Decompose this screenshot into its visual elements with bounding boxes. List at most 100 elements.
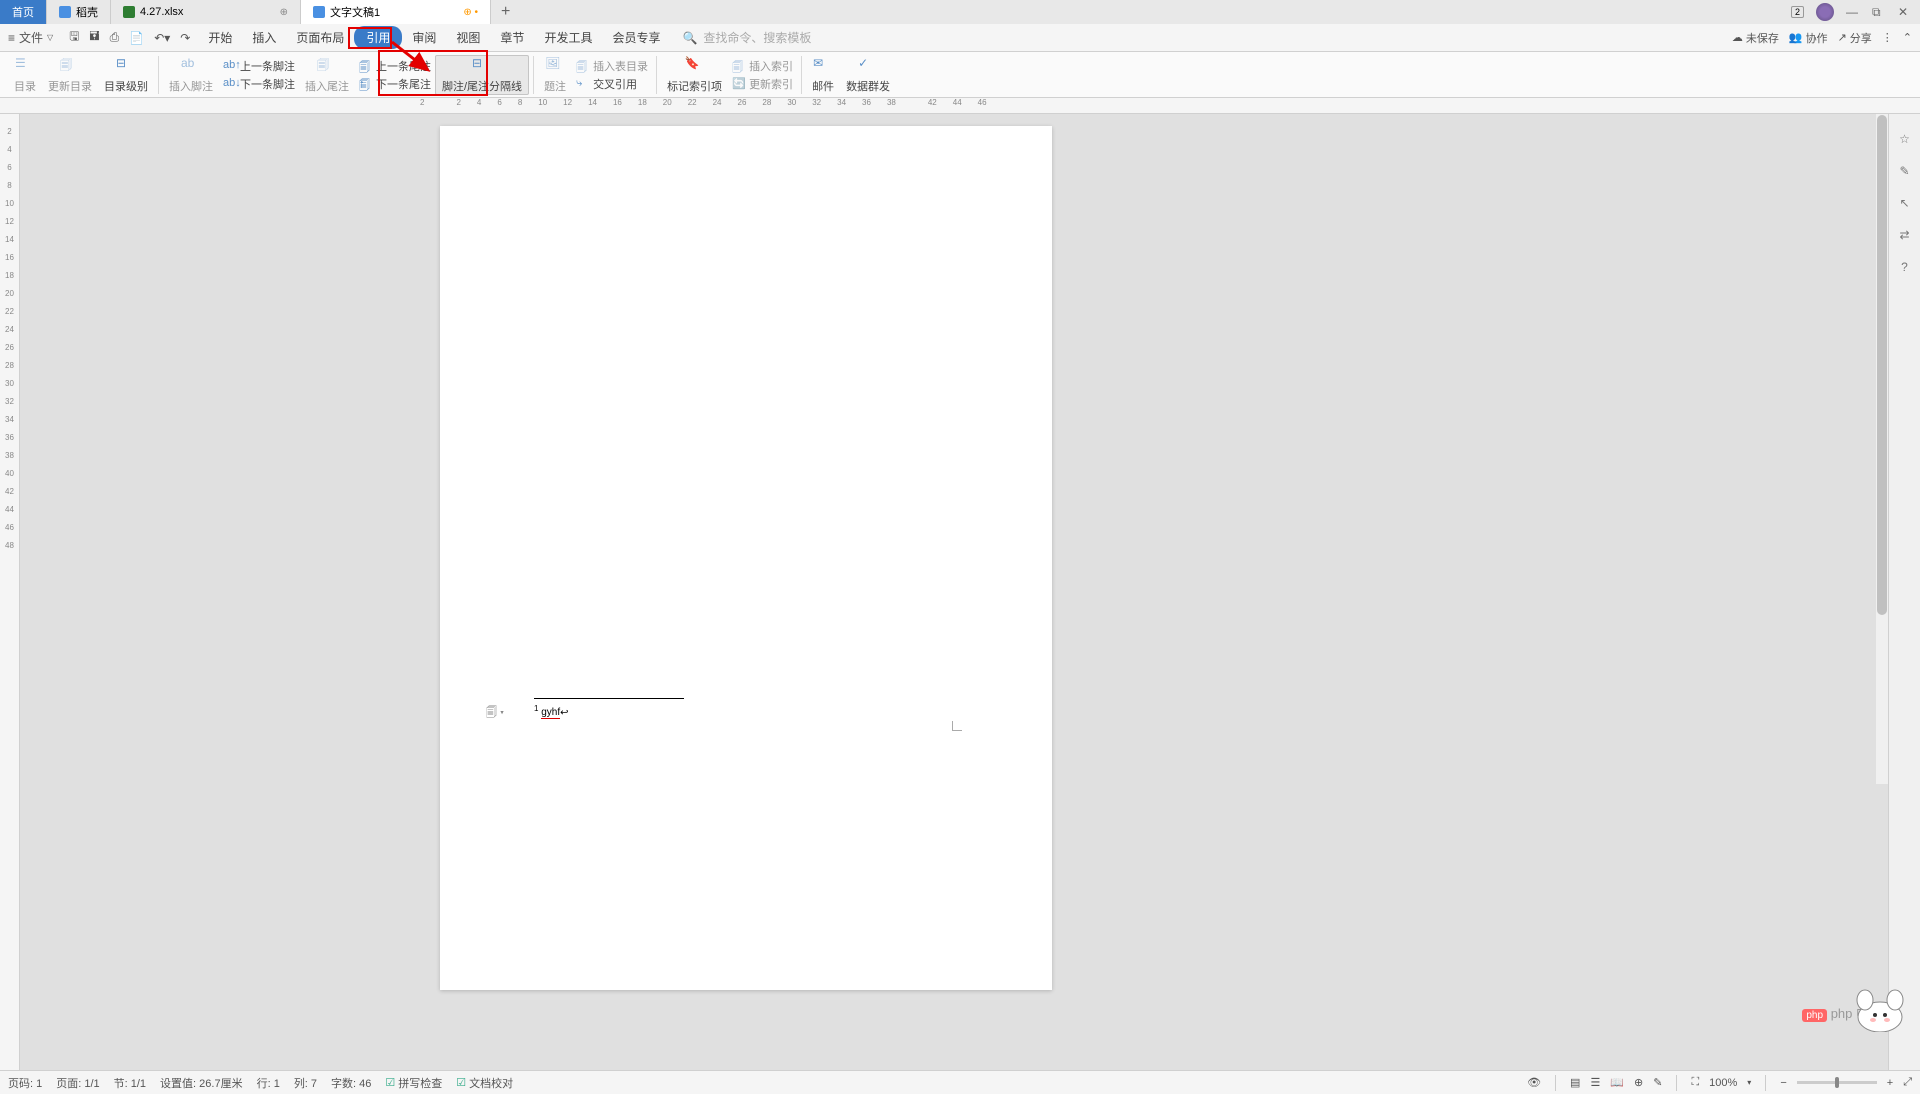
canvas-area[interactable]: 1 gyhf↩ 🗐 ▾: [20, 114, 1888, 1070]
ruler-horizontal[interactable]: 2246810121416182022242628303234363842444…: [0, 98, 1920, 114]
prev-endnote-button[interactable]: 🗐↑上一条尾注: [359, 58, 431, 74]
document-page[interactable]: 1 gyhf↩ 🗐 ▾: [440, 126, 1052, 990]
prev-footnote-button[interactable]: ab↑上一条脚注: [223, 58, 295, 74]
avatar[interactable]: [1816, 3, 1834, 21]
update-toc-button[interactable]: 🗐更新目录: [42, 56, 98, 94]
ruler-vertical[interactable]: 2468101214161820222426283032343638404244…: [0, 114, 20, 1070]
right-sidebar: ☆ ✎ ↖ ⇄ ?: [1888, 114, 1920, 1070]
save-as-icon[interactable]: 🖬: [89, 27, 99, 48]
update-index-icon: 🔄: [732, 77, 746, 91]
scrollbar-vertical[interactable]: [1876, 114, 1888, 784]
insert-caption-button[interactable]: 🗐插入表目录: [576, 58, 648, 74]
minimize-icon[interactable]: —: [1846, 5, 1860, 19]
sb-view-page-icon[interactable]: ▤: [1570, 1076, 1580, 1089]
caption-button[interactable]: 🖼题注: [538, 56, 572, 94]
prev-footnote-icon: ab↑: [223, 59, 237, 73]
sb-position[interactable]: 设置值: 26.7厘米: [160, 1075, 243, 1091]
ruler-h-marks: 2246810121416182022242628303234363842444…: [420, 98, 987, 107]
menu-tab-insert[interactable]: 插入: [242, 26, 286, 49]
sb-row[interactable]: 行: 1: [257, 1075, 280, 1091]
menu-tab-review[interactable]: 审阅: [402, 26, 446, 49]
tab-docer[interactable]: 稻壳: [47, 0, 111, 24]
docer-icon: [59, 6, 71, 18]
toc-level-button[interactable]: ⊟目录级别: [98, 56, 154, 94]
print-preview-icon[interactable]: 📄: [129, 31, 144, 45]
collapse-ribbon-icon[interactable]: ⌃: [1903, 31, 1912, 44]
sb-page-code[interactable]: 页码: 1: [8, 1075, 42, 1091]
sb-eye-icon[interactable]: 👁: [1527, 1076, 1541, 1089]
sidebar-select-icon[interactable]: ↖: [1899, 196, 1909, 210]
close-icon[interactable]: ✕: [1898, 5, 1912, 19]
tab-xlsx[interactable]: 4.27.xlsx⊕: [111, 0, 301, 24]
sidebar-tool-1-icon[interactable]: ☆: [1899, 132, 1910, 146]
search-box[interactable]: 🔍 查找命令、搜索模板: [682, 29, 811, 46]
footnote-separator-button[interactable]: ⊟脚注/尾注分隔线: [435, 55, 529, 95]
tab-close-icon[interactable]: ⊕: [280, 7, 288, 18]
sb-proof[interactable]: ☑文档校对: [456, 1075, 513, 1091]
sb-view-outline-icon[interactable]: ☰: [1590, 1076, 1600, 1089]
sb-zoom-value[interactable]: 100%: [1709, 1077, 1737, 1089]
update-index-button[interactable]: 🔄更新索引: [732, 76, 793, 92]
maximize-icon[interactable]: ⧉: [1872, 5, 1886, 19]
sb-spell[interactable]: ☑拼写检查: [385, 1075, 442, 1091]
tab-home[interactable]: 首页: [0, 0, 47, 24]
file-menu[interactable]: ≡文件▽: [0, 29, 61, 46]
sb-view-web-icon[interactable]: ⊕: [1634, 1076, 1643, 1089]
menu-tab-layout[interactable]: 页面布局: [286, 26, 354, 49]
insert-caption-icon: 🗐: [576, 59, 590, 73]
share-button[interactable]: ↗ 分享: [1838, 30, 1872, 46]
insert-index-button[interactable]: 🗐插入索引: [732, 58, 793, 74]
sb-zoom-out-icon[interactable]: −: [1780, 1077, 1786, 1089]
menu-tab-start[interactable]: 开始: [198, 26, 242, 49]
sidebar-help-icon[interactable]: ?: [1901, 260, 1908, 274]
next-endnote-button[interactable]: 🗐↓下一条尾注: [359, 76, 431, 92]
sb-expand-icon[interactable]: ⤢: [1903, 1076, 1912, 1089]
print-icon[interactable]: ⎙: [110, 30, 120, 45]
insert-footnote-button[interactable]: ab插入脚注: [163, 56, 219, 94]
footnote-marker-icon[interactable]: 🗐 ▾: [486, 704, 504, 723]
sb-chars[interactable]: 字数: 46: [331, 1075, 371, 1091]
notification-badge[interactable]: 2: [1791, 6, 1804, 18]
sidebar-pen-icon[interactable]: ✎: [1899, 164, 1909, 178]
sb-view-write-icon[interactable]: ✎: [1653, 1076, 1662, 1089]
toc-button[interactable]: ☰目录: [8, 56, 42, 94]
toc-level-icon: ⊟: [116, 56, 136, 76]
sidebar-settings-icon[interactable]: ⇄: [1899, 228, 1909, 242]
insert-index-icon: 🗐: [732, 59, 746, 73]
sb-zoom-slider[interactable]: [1797, 1081, 1877, 1084]
cross-ref-button[interactable]: ⤷交叉引用: [576, 76, 648, 92]
kebab-icon[interactable]: ⋮: [1882, 31, 1893, 44]
menubar: ≡文件▽ 🖫 🖬 ⎙ 📄 ↶▾ ↷ 开始 插入 页面布局 引用 审阅 视图 章节…: [0, 24, 1920, 52]
undo-icon[interactable]: ↶▾: [154, 31, 170, 45]
sb-col[interactable]: 列: 7: [294, 1075, 317, 1091]
footnote-text[interactable]: 1 gyhf↩: [534, 704, 569, 718]
footnote-icon: ab: [181, 56, 201, 76]
sb-zoom-in-icon[interactable]: +: [1887, 1077, 1893, 1089]
search-placeholder: 查找命令、搜索模板: [703, 29, 811, 46]
save-icon[interactable]: 🖫: [69, 27, 79, 48]
menu-tabs: 开始 插入 页面布局 引用 审阅 视图 章节 开发工具 会员专享: [198, 26, 670, 49]
menu-tab-chapter[interactable]: 章节: [490, 26, 534, 49]
titlebar: 首页 稻壳 4.27.xlsx⊕ 文字文稿1⊕ • + 2 — ⧉ ✕: [0, 0, 1920, 24]
menu-tab-references[interactable]: 引用: [354, 26, 402, 49]
sb-fit-icon[interactable]: ⛶: [1691, 1076, 1699, 1089]
unsaved-indicator[interactable]: ☁ 未保存: [1732, 30, 1779, 46]
sb-page[interactable]: 页面: 1/1: [56, 1075, 99, 1091]
menu-tab-view[interactable]: 视图: [446, 26, 490, 49]
mark-index-button[interactable]: 🔖标记索引项: [661, 56, 728, 94]
collab-button[interactable]: 👥 协作: [1789, 30, 1828, 46]
sb-zoom-dropdown-icon[interactable]: ▾: [1747, 1078, 1751, 1087]
menu-tab-vip[interactable]: 会员专享: [602, 26, 670, 49]
sb-view-read-icon[interactable]: 📖: [1610, 1076, 1624, 1089]
window-controls: 2 — ⧉ ✕: [1791, 3, 1920, 21]
sb-section[interactable]: 节: 1/1: [114, 1075, 146, 1091]
tab-word[interactable]: 文字文稿1⊕ •: [301, 0, 491, 24]
scroll-thumb[interactable]: [1877, 115, 1887, 615]
insert-endnote-button[interactable]: 🗐插入尾注: [299, 56, 355, 94]
add-tab-button[interactable]: +: [491, 3, 520, 21]
mail-merge-button[interactable]: ✓数据群发: [840, 56, 896, 94]
redo-icon[interactable]: ↷: [180, 31, 190, 45]
menu-tab-dev[interactable]: 开发工具: [534, 26, 602, 49]
next-footnote-button[interactable]: ab↓下一条脚注: [223, 76, 295, 92]
mail-button[interactable]: ✉邮件: [806, 56, 840, 94]
